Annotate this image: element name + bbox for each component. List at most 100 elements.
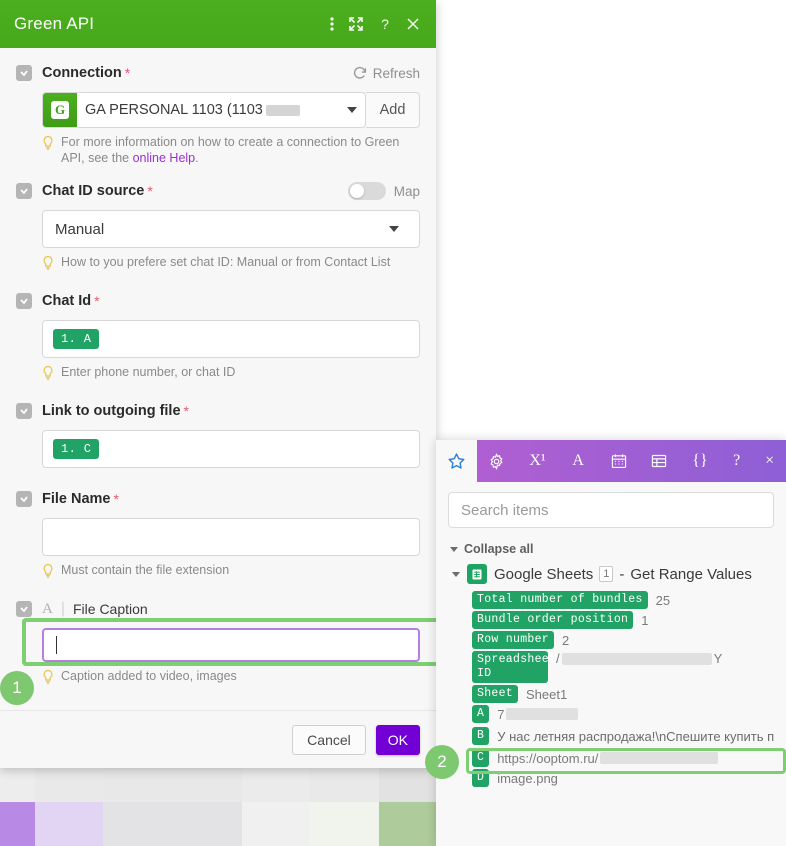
item-key[interactable]: Total number of bundles bbox=[472, 591, 648, 609]
item-value-text: У нас летняя распродажа!\nСпешите купить… bbox=[497, 728, 774, 744]
more-vertical-icon[interactable] bbox=[330, 16, 334, 32]
redacted-block bbox=[265, 104, 300, 116]
item-key[interactable]: D bbox=[472, 769, 490, 787]
chevron-down-icon[interactable] bbox=[452, 571, 460, 577]
decor-cell bbox=[379, 768, 436, 802]
decor-cell bbox=[103, 802, 172, 846]
item-key[interactable]: Sheet bbox=[472, 685, 519, 703]
item-key[interactable]: Bundle order position bbox=[472, 611, 634, 629]
tree-node-google-sheets[interactable]: Google Sheets 1 - Get Range Values bbox=[452, 564, 774, 584]
decor-cell bbox=[172, 802, 242, 846]
chat-id-checkbox[interactable] bbox=[16, 293, 32, 309]
chat-id-label: Chat Id bbox=[42, 293, 92, 309]
panel-close-icon[interactable]: × bbox=[753, 440, 786, 482]
lightbulb-icon bbox=[42, 669, 54, 690]
decor-cell bbox=[379, 802, 436, 846]
item-key[interactable]: C bbox=[472, 749, 490, 767]
tab-calendar[interactable] bbox=[598, 440, 639, 482]
chat-id-token[interactable]: 1. A bbox=[53, 329, 100, 349]
file-caption-input[interactable] bbox=[42, 628, 420, 662]
item-key[interactable]: B bbox=[472, 727, 490, 745]
chat-id-source-hint-text: How to you prefere set chat ID: Manual o… bbox=[61, 255, 391, 269]
step-badge-2: 2 bbox=[425, 745, 459, 779]
decor-cell bbox=[35, 802, 103, 846]
panel-tab-bar: X¹ A {} ? × bbox=[436, 440, 786, 482]
node-operation: Get Range Values bbox=[630, 565, 752, 583]
decor-cell bbox=[0, 802, 35, 846]
tab-favorites[interactable] bbox=[436, 440, 477, 482]
item-key[interactable]: Spreadsheet ID bbox=[472, 651, 556, 683]
field-connection: Connection * Refresh G GA PERSONAL 1103 … bbox=[16, 60, 420, 166]
item-row[interactable]: A7 bbox=[472, 704, 774, 724]
link-file-checkbox[interactable] bbox=[16, 403, 32, 419]
tab-code[interactable]: {} bbox=[680, 440, 721, 482]
decor-cell bbox=[309, 768, 379, 802]
chevron-down-icon[interactable] bbox=[381, 226, 407, 232]
field-file-name: File Name * Must contain the file extens… bbox=[16, 486, 420, 584]
search-input[interactable]: Search items bbox=[448, 492, 774, 528]
connection-select[interactable]: G GA PERSONAL 1103 (1103 bbox=[42, 92, 366, 128]
chevron-down-icon[interactable] bbox=[339, 93, 365, 127]
add-connection-button[interactable]: Add bbox=[366, 92, 420, 128]
connection-hint-text: For more information on how to create a … bbox=[61, 134, 420, 166]
connection-checkbox[interactable] bbox=[16, 65, 32, 81]
item-key[interactable]: Row number bbox=[472, 631, 555, 649]
tab-settings[interactable] bbox=[477, 440, 518, 482]
node-count: 1 bbox=[599, 566, 614, 582]
close-icon[interactable] bbox=[406, 17, 420, 31]
decor-cell bbox=[0, 768, 35, 802]
item-value: 7 bbox=[497, 707, 579, 722]
tab-formula[interactable]: X¹ bbox=[517, 440, 558, 482]
expand-icon[interactable] bbox=[348, 16, 364, 32]
link-file-token[interactable]: 1. C bbox=[53, 439, 100, 459]
item-key[interactable]: A bbox=[472, 705, 490, 723]
connection-value-text: GA PERSONAL 1103 (1103 bbox=[85, 102, 263, 118]
field-chat-id: Chat Id * 1. A Enter phone number, or ch… bbox=[16, 288, 420, 386]
connection-hint-a: For more information on how to create a … bbox=[61, 135, 400, 165]
chat-id-source-checkbox[interactable] bbox=[16, 183, 32, 199]
help-icon[interactable]: ? bbox=[378, 16, 392, 32]
google-sheets-icon bbox=[467, 564, 487, 584]
file-caption-header: A | File Caption bbox=[16, 596, 420, 622]
file-caption-checkbox[interactable] bbox=[16, 601, 32, 617]
step-badge-1: 1 bbox=[0, 671, 34, 705]
collapse-all-button[interactable]: Collapse all bbox=[450, 542, 774, 556]
lightbulb-icon bbox=[42, 365, 54, 386]
node-separator: - bbox=[619, 565, 625, 583]
chat-id-source-hint: How to you prefere set chat ID: Manual o… bbox=[42, 254, 420, 276]
tab-table[interactable] bbox=[639, 440, 680, 482]
item-value: 1 bbox=[641, 613, 648, 628]
link-file-input[interactable]: 1. C bbox=[42, 430, 420, 468]
field-link-to-outgoing-file: Link to outgoing file * 1. C bbox=[16, 398, 420, 468]
file-name-required: * bbox=[113, 491, 119, 507]
item-row[interactable]: Bundle order position 1 bbox=[472, 610, 774, 630]
text-type-icon: A bbox=[42, 600, 53, 617]
item-row[interactable]: Total number of bundles 25 bbox=[472, 590, 774, 610]
online-help-link[interactable]: online Help bbox=[133, 151, 196, 165]
item-value-text: 25 bbox=[655, 592, 671, 608]
item-row[interactable]: Sheet Sheet1 bbox=[472, 684, 774, 704]
chat-id-source-select[interactable]: Manual bbox=[42, 210, 420, 248]
item-row[interactable]: Spreadsheet ID / Y bbox=[472, 650, 774, 684]
field-file-caption: A | File Caption Caption added to video,… bbox=[16, 596, 420, 690]
panel-help-icon[interactable]: ? bbox=[720, 440, 753, 482]
connection-header-right: Refresh bbox=[353, 66, 420, 81]
dialog-title: Green API bbox=[14, 14, 95, 33]
ok-button[interactable]: OK bbox=[375, 724, 420, 755]
map-toggle[interactable] bbox=[347, 182, 386, 200]
refresh-button[interactable]: Refresh bbox=[353, 66, 420, 81]
screen: Green API ? Connection * Refresh G GA PE… bbox=[0, 0, 786, 846]
lightbulb-icon bbox=[42, 135, 54, 156]
item-row[interactable]: B У нас летняя распродажа!\nСпешите купит… bbox=[472, 726, 774, 746]
refresh-label: Refresh bbox=[372, 65, 420, 81]
item-row[interactable]: Chttps://ooptom.ru/ bbox=[472, 748, 774, 768]
lightbulb-icon bbox=[42, 563, 54, 584]
file-name-checkbox[interactable] bbox=[16, 491, 32, 507]
cancel-button[interactable]: Cancel bbox=[292, 724, 366, 755]
tab-text[interactable]: A bbox=[558, 440, 599, 482]
item-row[interactable]: Row number 2 bbox=[472, 630, 774, 650]
file-name-label: File Name bbox=[42, 491, 111, 507]
item-row[interactable]: Dimage.png bbox=[472, 768, 774, 788]
chat-id-input[interactable]: 1. A bbox=[42, 320, 420, 358]
file-name-input[interactable] bbox=[42, 518, 420, 556]
